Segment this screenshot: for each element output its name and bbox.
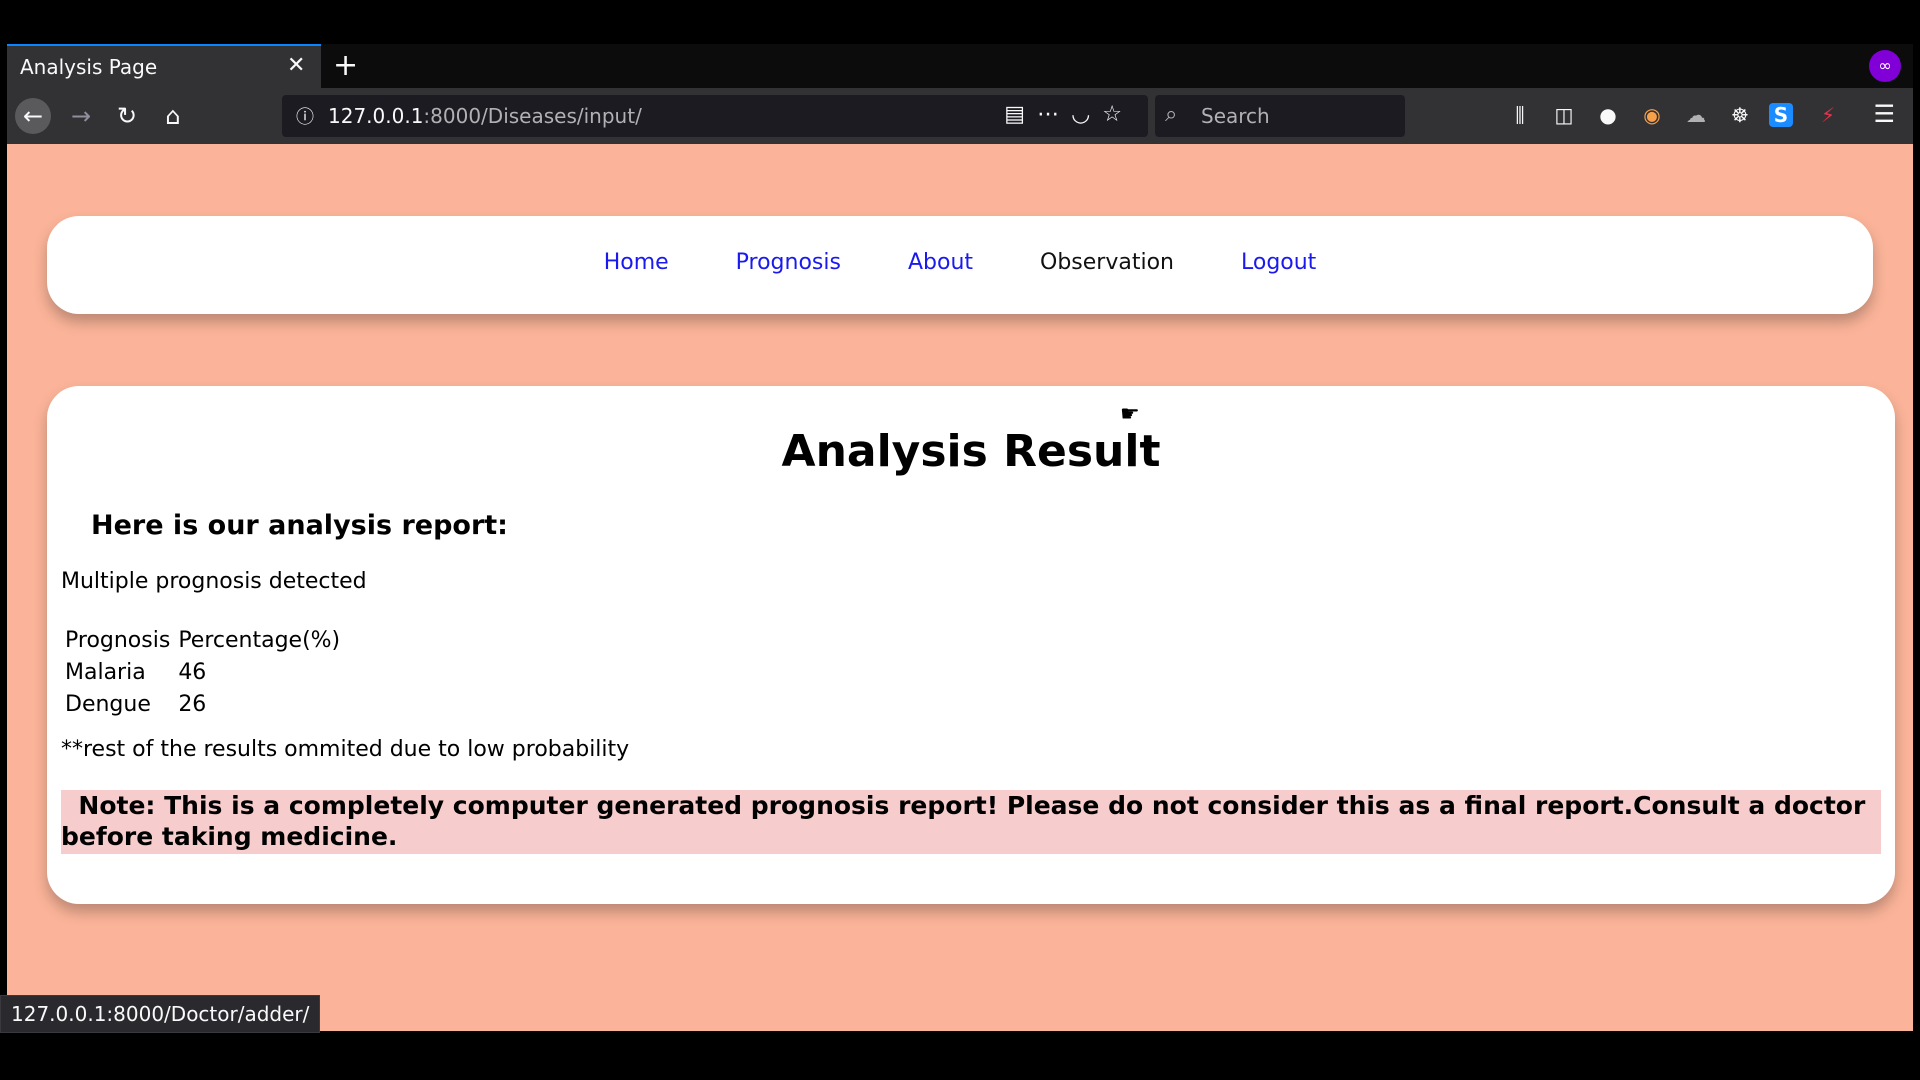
status-bar: 127.0.0.1:8000/Doctor/adder/ [0,995,321,1033]
nav-links: Home Prognosis About Observation Logout [47,250,1873,275]
table-row: Malaria 46 [61,656,344,688]
table-header-prognosis: Prognosis [65,627,171,653]
url-path: :8000/Diseases/input/ [423,104,642,128]
url-host: 127.0.0.1 [328,104,424,128]
page-viewport: Home Prognosis About Observation Logout … [7,144,1913,1031]
navigation-toolbar: ← → ↻ ⌂ ⓘ 127.0.0.1:8000/Diseases/input/… [7,88,1913,144]
extension-icon[interactable]: ☁ [1681,100,1711,130]
nav-about-link[interactable]: About [908,250,973,275]
home-icon[interactable]: ⌂ [155,98,191,134]
table-header-row: Prognosis Percentage(%) [61,624,344,656]
disclaimer-note: Note: This is a completely computer gene… [61,790,1881,854]
screen: Analysis Page ✕ + ∞ ← → ↻ ⌂ ⓘ 127.0.0.1:… [0,0,1920,1080]
omitted-note: **rest of the results ommited due to low… [61,737,630,762]
nav-prognosis-link[interactable]: Prognosis [736,250,841,275]
table-cell-percentage: 46 [178,659,207,685]
sidebar-icon[interactable]: ◫ [1549,100,1579,130]
table-cell-percentage: 26 [178,691,207,717]
extension-icon[interactable]: ◉ [1637,100,1667,130]
nav-observation-link[interactable]: Observation [1040,250,1174,275]
result-card: Analysis Result Here is our analysis rep… [47,386,1895,904]
pocket-icon[interactable]: ◡ [1071,102,1102,127]
table-header-percentage: Percentage(%) [178,627,341,653]
search-bar[interactable]: ⌕ [1155,95,1405,137]
extension-icon[interactable]: ⚡ [1813,100,1843,130]
table-cell-prognosis: Malaria [65,659,146,685]
search-input[interactable] [1199,101,1393,131]
reader-view-icon[interactable]: ▤ [1004,102,1037,127]
forward-icon[interactable]: → [63,98,99,134]
private-mask-icon[interactable]: ∞ [1869,50,1901,82]
search-icon: ⌕ [1165,102,1178,127]
library-icon[interactable]: ⫼ [1505,100,1535,130]
table-row: Dengue 26 [61,688,344,720]
prognosis-table: Prognosis Percentage(%) Malaria 46 Dengu… [61,624,344,720]
nav-home-link[interactable]: Home [604,250,669,275]
close-icon[interactable]: ✕ [287,53,305,78]
nav-logout-link[interactable]: Logout [1241,250,1316,275]
hand-cursor-icon: ☛ [1120,402,1140,427]
table-cell-prognosis: Dengue [65,691,151,717]
detected-text: Multiple prognosis detected [61,569,367,594]
page-title: Analysis Result [781,426,1161,477]
extension-icon[interactable]: S [1769,103,1793,127]
extension-icon[interactable]: ☸ [1725,100,1755,130]
new-tab-icon[interactable]: + [333,48,358,83]
info-icon[interactable]: ⓘ [296,103,314,129]
report-heading: Here is our analysis report: [91,510,508,541]
back-icon[interactable]: ← [15,98,51,134]
url-text[interactable]: 127.0.0.1:8000/Diseases/input/ [328,104,642,128]
account-icon[interactable]: ● [1593,100,1623,130]
site-nav: Home Prognosis About Observation Logout [47,216,1873,314]
menu-icon[interactable]: ☰ [1873,100,1895,128]
bookmark-star-icon[interactable]: ☆ [1102,102,1134,127]
tab-bar: Analysis Page ✕ + ∞ [7,44,1913,88]
tab-title: Analysis Page [20,55,158,79]
url-bar[interactable]: ⓘ 127.0.0.1:8000/Diseases/input/ ▤⋯◡☆ [282,95,1148,137]
url-actions: ▤⋯◡☆ [1004,102,1134,127]
tab-analysis-page[interactable]: Analysis Page ✕ [7,44,321,88]
reload-icon[interactable]: ↻ [109,98,145,134]
disclaimer-text: Note: This is a completely computer gene… [61,791,1866,851]
more-icon[interactable]: ⋯ [1037,102,1071,127]
